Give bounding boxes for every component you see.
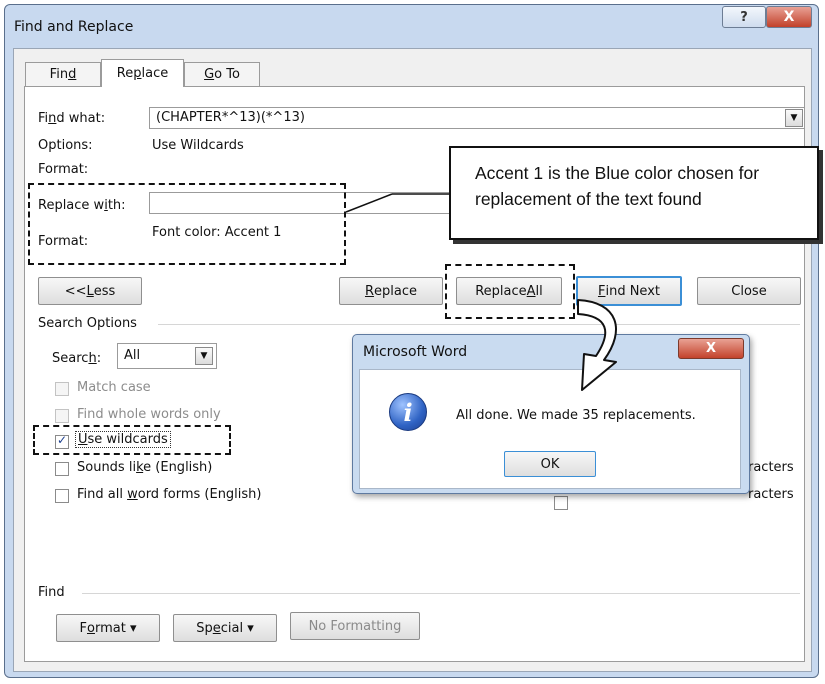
sounds-like-label: Sounds like (English) [77,460,213,475]
message-box-title: Microsoft Word [363,344,468,360]
special-button[interactable]: Sp e cial ▾ [173,614,277,642]
message-text: All done. We made 35 replacements. [456,408,696,423]
tab-goto[interactable]: Go To [184,62,260,86]
window-title: Find and Replace [14,19,134,35]
word-forms-checkbox[interactable] [55,489,69,503]
tab-label: Fin [49,67,69,82]
find-what-label: Find what: [38,111,106,126]
tab-label-accel: G [204,67,215,82]
less-button[interactable]: << Less [38,277,142,305]
replace-button[interactable]: Replace [339,277,443,305]
wildcards-highlight-box [33,425,231,455]
tab-find[interactable]: Fin d [25,62,101,86]
right-option-2-checkbox[interactable] [554,496,568,510]
tab-label-accel: p [133,66,142,81]
search-options-divider [158,324,800,325]
sounds-like-checkbox[interactable] [55,462,69,476]
callout-connector [345,193,452,213]
tab-label: lace [141,66,169,81]
window-close-button[interactable]: X [766,6,812,28]
match-case-label: Match case [77,380,151,395]
replace-highlight-box [28,183,346,265]
options-value: Use Wildcards [152,138,244,153]
close-button[interactable]: Close [697,277,801,305]
find-what-value: (CHAPTER*^13)(*^13) [156,110,305,125]
find-what-input[interactable]: (CHAPTER*^13)(*^13) ▼ [149,107,805,129]
message-close-button[interactable]: X [678,338,744,359]
find-section-divider [82,593,800,594]
ok-button[interactable]: OK [504,451,596,477]
tab-replace[interactable]: Re p lace [101,59,184,87]
whole-words-checkbox[interactable] [55,409,69,423]
match-case-checkbox[interactable] [55,382,69,396]
search-dropdown-icon[interactable]: ▼ [195,347,213,365]
find-format-label: Format: [38,162,89,177]
curved-arrow-icon [577,299,617,391]
no-formatting-button[interactable]: No Formatting [290,612,420,640]
search-options-heading: Search Options [38,316,137,331]
search-direction-label: Search: [52,351,102,366]
format-button[interactable]: Fo rmat ▾ [56,614,160,642]
help-button[interactable]: ? [722,6,766,28]
right-option-2-label: racters [748,487,794,502]
callout-line-2: replacement of the text found [475,189,702,209]
tab-label: Re [116,66,134,81]
search-direction-value: All [124,348,141,363]
find-what-dropdown-icon[interactable]: ▼ [785,109,803,127]
tab-label-accel: d [68,67,77,82]
options-label: Options: [38,138,93,153]
callout-line-1: Accent 1 is the Blue color chosen for [475,163,760,183]
tab-label: o To [214,67,240,82]
whole-words-label: Find whole words only [77,407,221,422]
right-option-1-label: racters [748,460,794,475]
replace-all-highlight-box [445,264,575,319]
search-direction-select[interactable]: All ▼ [117,343,217,369]
info-icon: i [389,393,427,431]
find-section-heading: Find [38,585,65,600]
word-forms-label: Find all word forms (English) [77,487,262,502]
callout-note: Accent 1 is the Blue color chosen for re… [449,146,819,240]
